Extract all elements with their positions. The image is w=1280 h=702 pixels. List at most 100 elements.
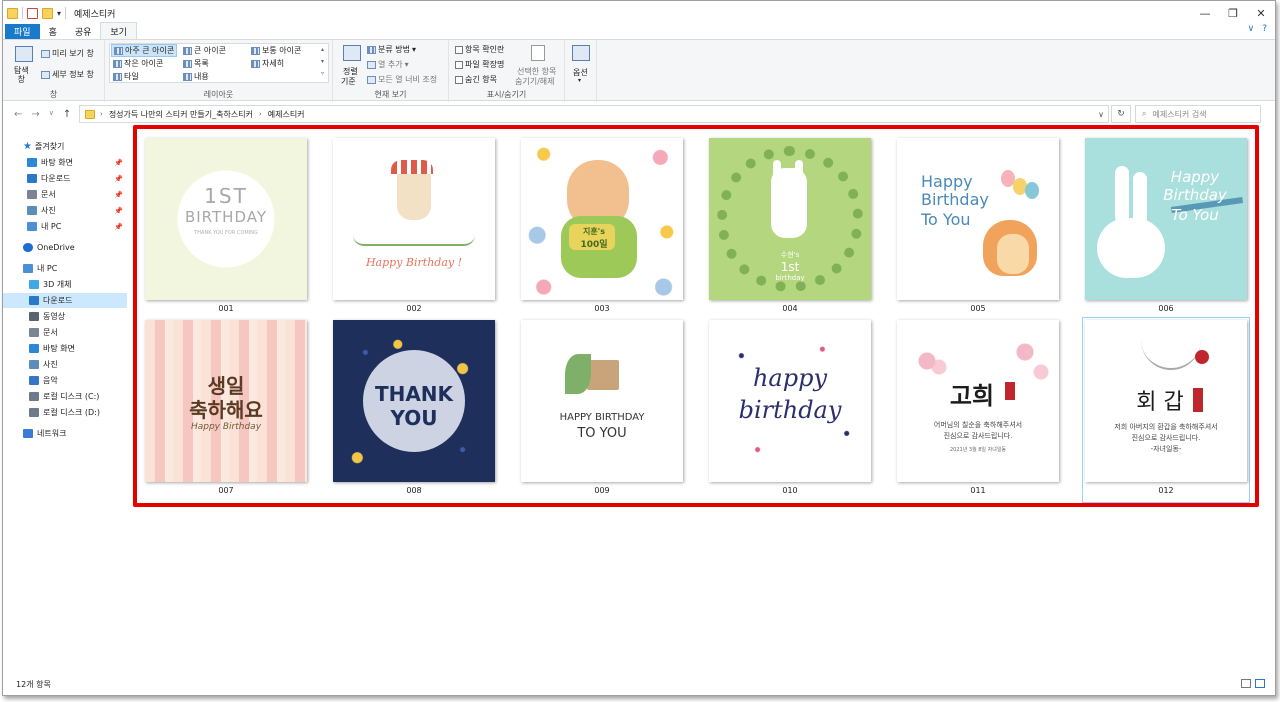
list-option[interactable]: 목록 (183, 58, 209, 69)
recent-locations-icon[interactable]: ∨ (49, 109, 54, 120)
nav-item[interactable]: 다운로드 📌 (3, 171, 127, 186)
nav-item-selected[interactable]: 다운로드 (3, 293, 127, 308)
file-item[interactable]: happy birthday 010 (709, 320, 871, 500)
pin-icon: 📌 (114, 206, 123, 215)
extra-large-icons-option[interactable]: 아주 큰 아이콘 (111, 44, 178, 57)
file-item[interactable]: 지훈's 100일 003 (521, 138, 683, 318)
nav-item[interactable]: 바탕 화면 (3, 341, 127, 356)
nav-item[interactable]: 로컬 디스크 (C:) (3, 389, 127, 404)
ribbon: 탐색 창 미리 보기 창 세부 정보 창 창 아주 큰 아이콘 큰 아이콘 보통… (3, 39, 1275, 102)
collapse-ribbon-icon[interactable]: ∨ (1248, 24, 1255, 34)
tab-home[interactable]: 홈 (40, 24, 66, 39)
options-icon[interactable] (572, 45, 590, 61)
forward-icon[interactable]: → (31, 109, 39, 120)
tab-view[interactable]: 보기 (100, 22, 137, 39)
desktop-icon (29, 344, 39, 353)
layout-scroll-down-icon[interactable]: ▾ (321, 58, 324, 65)
group-label: 창 (49, 90, 58, 99)
tiles-option[interactable]: 타일 (113, 71, 139, 82)
add-columns-button[interactable]: 열 추가 ▾ (367, 59, 409, 70)
details-option[interactable]: 자세히 (251, 58, 284, 69)
thumbnail: happy birthday (709, 320, 871, 482)
nav-item[interactable]: 사진 (3, 357, 127, 372)
file-item-focused[interactable]: 회 갑 저희 아버지의 환갑을 축하해주셔서 진심으로 감사드립니다. -자녀일… (1082, 317, 1250, 503)
tab-share[interactable]: 공유 (66, 24, 101, 39)
help-icon[interactable]: ? (1262, 24, 1267, 34)
tab-file[interactable]: 파일 (5, 24, 40, 39)
videos-icon (29, 312, 39, 321)
file-item[interactable]: THANK YOU 008 (333, 320, 495, 500)
details-view-icon[interactable] (1241, 679, 1251, 688)
up-icon[interactable]: ↑ (63, 109, 71, 120)
details-pane-button[interactable]: 세부 정보 창 (41, 69, 94, 80)
breadcrumb-current[interactable]: 예제스티커 (268, 109, 305, 120)
file-item[interactable]: HAPPY BIRTHDAY TO YOU 009 (521, 320, 683, 500)
nav-network[interactable]: 네트워크 (3, 426, 127, 441)
back-icon[interactable]: ← (14, 109, 22, 120)
content-option[interactable]: 내용 (183, 71, 209, 82)
group-by-button[interactable]: 분류 방법 ▾ (367, 44, 416, 55)
thumbnail: 고희 어머님의 칠순을 축하해주셔서 진심으로 감사드립니다. 2021년 3월… (897, 320, 1059, 482)
address-bar[interactable]: › 정성가득 나만의 스티커 만들기_축하스티커 › 예제스티커 ∨ (79, 105, 1109, 123)
preview-pane-button[interactable]: 미리 보기 창 (41, 48, 94, 59)
drive-icon (29, 408, 39, 417)
file-item[interactable]: Happy Birthday ! 002 (333, 138, 495, 318)
file-extension-toggle[interactable]: 파일 확장명 (455, 59, 504, 70)
pictures-icon (29, 360, 39, 369)
refresh-button[interactable]: ↻ (1111, 105, 1131, 123)
nav-item[interactable]: 사진 📌 (3, 203, 127, 218)
customize-toolbar-icon[interactable]: ▾ (57, 9, 61, 18)
properties-icon[interactable] (27, 7, 38, 19)
hidden-items-toggle[interactable]: 숨긴 항목 (455, 74, 497, 85)
fit-columns-button[interactable]: 모든 열 너비 조정 (367, 74, 437, 85)
layout-expand-icon[interactable]: ▿ (321, 70, 324, 77)
options-group: 옵션 ▾ (565, 40, 597, 102)
sort-icon[interactable] (343, 45, 361, 61)
nav-item[interactable]: 3D 개체 (3, 277, 127, 292)
thumbnail: 회 갑 저희 아버지의 환갑을 축하해주셔서 진심으로 감사드립니다. -자녀일… (1085, 320, 1247, 482)
navigation-pane-icon[interactable] (15, 46, 33, 62)
chevron-right-icon[interactable]: › (259, 110, 262, 118)
file-item[interactable]: Happy Birthday To You 006 (1085, 138, 1247, 318)
documents-icon (27, 190, 37, 199)
thumbnail: 지훈's 100일 (521, 138, 683, 300)
nav-item[interactable]: 문서 📌 (3, 187, 127, 202)
file-name: 006 (1158, 304, 1174, 313)
thumbnail: Happy Birthday To You (897, 138, 1059, 300)
file-item[interactable]: Happy Birthday To You 005 (897, 138, 1059, 318)
large-icons-option[interactable]: 큰 아이콘 (183, 45, 226, 56)
nav-this-pc[interactable]: 내 PC (3, 261, 127, 276)
file-item[interactable]: 1ST BIRTHDAY THANK YOU FOR COMING 001 (145, 138, 307, 318)
chevron-right-icon[interactable]: › (100, 110, 103, 118)
nav-onedrive[interactable]: OneDrive (3, 240, 127, 255)
large-icons-view-icon[interactable] (1255, 679, 1265, 688)
hide-selected-button-line2[interactable]: 숨기기/해제 (515, 76, 555, 87)
file-item[interactable]: 생일 축하해요 Happy Birthday 007 (145, 320, 307, 500)
small-icons-option[interactable]: 작은 아이콘 (113, 58, 163, 69)
item-checkbox-toggle[interactable]: 항목 확인란 (455, 44, 504, 55)
file-name: 005 (970, 304, 986, 313)
navigation-pane-button[interactable]: 탐색 창 (14, 66, 29, 84)
search-box[interactable]: ⌕ (1135, 105, 1261, 123)
file-item[interactable]: 고희 어머님의 칠순을 축하해주셔서 진심으로 감사드립니다. 2021년 3월… (897, 320, 1059, 500)
new-folder-icon[interactable] (42, 7, 53, 19)
sort-button-line2[interactable]: 기준 (341, 76, 356, 87)
nav-item[interactable]: 동영상 (3, 309, 127, 324)
nav-item[interactable]: 로컬 디스크 (D:) (3, 405, 127, 420)
nav-item[interactable]: 문서 (3, 325, 127, 340)
options-dropdown-icon[interactable]: ▾ (578, 77, 581, 84)
thumbnail: Happy Birthday To You (1085, 138, 1247, 300)
search-input[interactable] (1152, 109, 1249, 119)
nav-quick-access[interactable]: ★ 즐겨찾기 (3, 139, 127, 154)
breadcrumb-parent[interactable]: 정성가득 나만의 스티커 만들기_축하스티커 (109, 109, 253, 120)
nav-item[interactable]: 음악 (3, 373, 127, 388)
explorer-window: ▾ 예제스티커 — ❐ ✕ 파일 홈 공유 보기 ∨ ? 탐색 창 미리 보기 … (2, 0, 1276, 696)
medium-icons-option[interactable]: 보통 아이콘 (251, 45, 301, 56)
layout-scroll-up-icon[interactable]: ▴ (321, 46, 324, 53)
hide-selected-icon[interactable] (531, 45, 545, 61)
address-dropdown-icon[interactable]: ∨ (1098, 110, 1104, 119)
drive-icon (29, 392, 39, 401)
file-item[interactable]: 수현's 1st birthday 004 (709, 138, 871, 318)
nav-item[interactable]: 내 PC 📌 (3, 219, 127, 234)
nav-item[interactable]: 바탕 화면 📌 (3, 155, 127, 170)
